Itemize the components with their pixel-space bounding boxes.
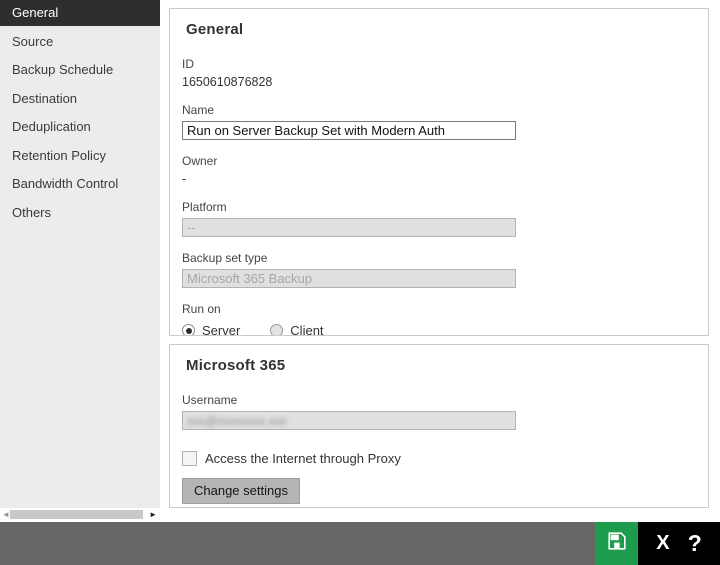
- backup-set-type-label: Backup set type: [182, 251, 268, 265]
- username-input: xxx@xxxxxxxx.xxx: [182, 411, 516, 430]
- change-settings-button[interactable]: Change settings: [182, 478, 300, 504]
- id-value: 1650610876828: [182, 75, 273, 89]
- run-on-client-radio[interactable]: [270, 324, 284, 335]
- sidebar-item-destination[interactable]: Destination: [0, 86, 160, 112]
- scrollbar-thumb[interactable]: [10, 510, 143, 519]
- horizontal-scrollbar[interactable]: ◄ ►: [0, 508, 160, 521]
- username-label: Username: [182, 393, 238, 407]
- run-on-server-label: Server: [202, 323, 241, 336]
- sidebar-item-others[interactable]: Others: [0, 200, 160, 226]
- run-on-label: Run on: [182, 302, 221, 316]
- platform-input: [182, 218, 516, 237]
- save-button[interactable]: [595, 522, 638, 565]
- general-panel-title: General: [186, 21, 244, 38]
- proxy-checkbox[interactable]: [182, 451, 197, 466]
- sidebar-item-bandwidth-control[interactable]: Bandwidth Control: [0, 171, 160, 197]
- scroll-right-arrow-icon[interactable]: ►: [149, 508, 157, 521]
- main-content: General ID 1650610876828 Name Owner - Pl…: [169, 8, 709, 508]
- general-panel: General ID 1650610876828 Name Owner - Pl…: [169, 8, 709, 336]
- sidebar-item-deduplication[interactable]: Deduplication: [0, 114, 160, 140]
- sidebar-item-source[interactable]: Source: [0, 29, 160, 55]
- owner-label: Owner: [182, 154, 218, 168]
- name-input[interactable]: [182, 121, 516, 140]
- backup-set-type-input: [182, 269, 516, 288]
- username-redacted-value: xxx@xxxxxxxx.xxx: [187, 413, 287, 428]
- proxy-checkbox-label: Access the Internet through Proxy: [205, 451, 401, 466]
- sidebar: General Source Backup Schedule Destinati…: [0, 0, 160, 508]
- run-on-server-radio[interactable]: [182, 324, 195, 335]
- sidebar-item-general[interactable]: General: [0, 0, 160, 26]
- sidebar-item-retention-policy[interactable]: Retention Policy: [0, 143, 160, 169]
- floppy-disk-icon: [606, 530, 628, 557]
- owner-value: -: [182, 172, 187, 186]
- id-label: ID: [182, 57, 194, 71]
- sidebar-item-backup-schedule[interactable]: Backup Schedule: [0, 57, 160, 83]
- close-button[interactable]: X: [656, 532, 669, 555]
- run-on-client-label: Client: [290, 323, 324, 336]
- microsoft365-panel-title: Microsoft 365: [186, 357, 286, 374]
- footer-black-section: X ?: [638, 522, 720, 565]
- run-on-options: Server Client: [182, 323, 692, 336]
- scroll-left-arrow-icon[interactable]: ◄: [2, 508, 10, 521]
- name-label: Name: [182, 103, 215, 117]
- proxy-option-row: Access the Internet through Proxy: [182, 451, 692, 466]
- microsoft365-panel: Microsoft 365 Username xxx@xxxxxxxx.xxx …: [169, 344, 709, 508]
- help-button[interactable]: ?: [688, 530, 702, 557]
- footer-bar: X ?: [0, 522, 720, 565]
- platform-label: Platform: [182, 200, 227, 214]
